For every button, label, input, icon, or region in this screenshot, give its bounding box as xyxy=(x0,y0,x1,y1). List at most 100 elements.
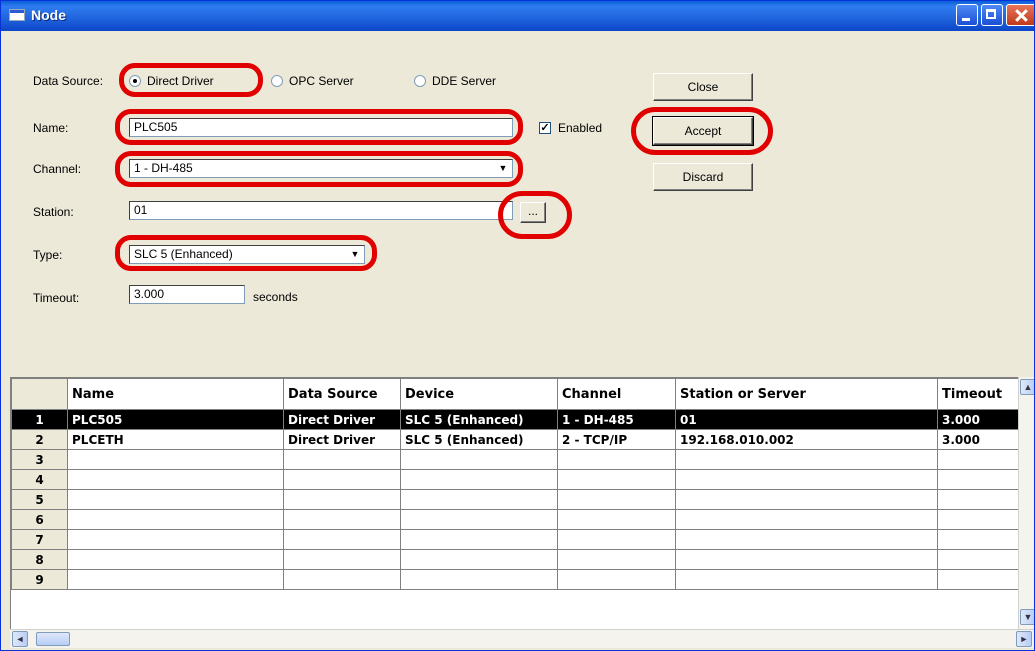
table-cell[interactable] xyxy=(67,529,284,550)
table-row[interactable]: 5 xyxy=(11,489,1026,510)
table-row[interactable]: 1 PLC505 Direct Driver SLC 5 (Enhanced) 1 - … xyxy=(11,409,1026,430)
table-cell[interactable] xyxy=(283,509,401,530)
table-cell[interactable] xyxy=(67,509,284,530)
table-cell[interactable]: Direct Driver xyxy=(283,429,401,450)
table-cell[interactable] xyxy=(675,509,938,530)
table-cell[interactable] xyxy=(557,549,676,570)
table-cell[interactable]: 192.168.010.002 xyxy=(675,429,938,450)
table-cell[interactable] xyxy=(557,529,676,550)
row-number[interactable]: 9 xyxy=(11,569,68,590)
table-cell[interactable] xyxy=(557,489,676,510)
table-cell[interactable] xyxy=(675,529,938,550)
minimize-button[interactable] xyxy=(956,4,978,26)
table-cell[interactable] xyxy=(400,509,558,530)
table-row[interactable]: 6 xyxy=(11,509,1026,530)
row-number[interactable]: 2 xyxy=(11,429,68,450)
table-cell[interactable] xyxy=(675,489,938,510)
nodes-grid[interactable]: Name Data Source Device Channel Station … xyxy=(10,377,1034,630)
column-header[interactable]: Name xyxy=(67,378,284,410)
station-field[interactable]: 01 xyxy=(129,201,513,220)
table-cell[interactable] xyxy=(400,469,558,490)
scroll-down-icon[interactable]: ▼ xyxy=(1020,609,1034,625)
row-number[interactable]: 3 xyxy=(11,449,68,470)
table-row[interactable]: 4 xyxy=(11,469,1026,490)
chevron-down-icon[interactable]: ▼ xyxy=(348,247,362,262)
table-cell[interactable] xyxy=(557,569,676,590)
discard-button[interactable]: Discard xyxy=(653,163,753,191)
table-cell[interactable] xyxy=(67,469,284,490)
column-header[interactable]: Timeout xyxy=(937,378,1026,410)
table-cell[interactable] xyxy=(67,569,284,590)
vertical-scrollbar[interactable]: ▲ ▼ xyxy=(1018,377,1034,629)
table-cell[interactable] xyxy=(937,569,1026,590)
table-cell[interactable]: 3.000 xyxy=(937,429,1026,450)
close-button[interactable]: Close xyxy=(653,73,753,101)
table-cell[interactable] xyxy=(937,549,1026,570)
close-window-button[interactable] xyxy=(1006,4,1034,26)
scroll-right-icon[interactable]: ► xyxy=(1016,631,1032,647)
table-cell[interactable] xyxy=(557,449,676,470)
accept-button[interactable]: Accept xyxy=(652,116,754,146)
table-cell[interactable]: SLC 5 (Enhanced) xyxy=(400,409,558,430)
column-header[interactable]: Channel xyxy=(557,378,676,410)
table-cell[interactable] xyxy=(937,449,1026,470)
table-cell[interactable] xyxy=(67,489,284,510)
table-row[interactable]: 2 PLCETH Direct Driver SLC 5 (Enhanced) 2 - … xyxy=(11,429,1026,450)
enabled-checkbox[interactable]: ✓ xyxy=(539,122,551,134)
horizontal-scroll-thumb[interactable] xyxy=(36,632,70,646)
table-cell[interactable]: 1 - DH-485 xyxy=(557,409,676,430)
table-cell[interactable] xyxy=(937,489,1026,510)
channel-select[interactable]: 1 - DH-485 ▼ xyxy=(129,159,513,178)
chevron-down-icon[interactable]: ▼ xyxy=(496,161,510,176)
maximize-button[interactable] xyxy=(981,4,1003,26)
row-number[interactable]: 1 xyxy=(11,409,68,430)
row-number[interactable]: 8 xyxy=(11,549,68,570)
dde-server-radio[interactable] xyxy=(414,75,426,87)
table-cell[interactable]: PLCETH xyxy=(67,429,284,450)
row-number[interactable]: 7 xyxy=(11,529,68,550)
table-cell[interactable]: SLC 5 (Enhanced) xyxy=(400,429,558,450)
table-cell[interactable] xyxy=(283,569,401,590)
title-bar[interactable]: Node xyxy=(1,1,1034,31)
table-cell[interactable] xyxy=(937,509,1026,530)
table-cell[interactable] xyxy=(400,529,558,550)
name-field[interactable]: PLC505 xyxy=(129,118,513,137)
table-row[interactable]: 7 xyxy=(11,529,1026,550)
table-cell[interactable] xyxy=(557,469,676,490)
table-cell[interactable] xyxy=(400,489,558,510)
table-cell[interactable]: 3.000 xyxy=(937,409,1026,430)
table-cell[interactable]: 01 xyxy=(675,409,938,430)
type-select[interactable]: SLC 5 (Enhanced) ▼ xyxy=(129,245,365,264)
table-row[interactable]: 3 xyxy=(11,449,1026,470)
row-number[interactable]: 4 xyxy=(11,469,68,490)
column-header[interactable]: Device xyxy=(400,378,558,410)
table-cell[interactable] xyxy=(400,569,558,590)
opc-server-radio[interactable] xyxy=(271,75,283,87)
direct-driver-radio[interactable] xyxy=(129,75,141,87)
table-cell[interactable] xyxy=(400,549,558,570)
scroll-up-icon[interactable]: ▲ xyxy=(1020,379,1034,395)
table-cell[interactable]: Direct Driver xyxy=(283,409,401,430)
table-cell[interactable] xyxy=(283,469,401,490)
table-cell[interactable] xyxy=(937,529,1026,550)
table-cell[interactable]: PLC505 xyxy=(67,409,284,430)
browse-button[interactable]: ... xyxy=(520,202,546,223)
table-row[interactable]: 9 xyxy=(11,569,1026,590)
table-cell[interactable] xyxy=(937,469,1026,490)
table-row[interactable]: 8 xyxy=(11,549,1026,570)
table-cell[interactable] xyxy=(675,569,938,590)
table-cell[interactable] xyxy=(283,489,401,510)
table-cell[interactable] xyxy=(283,449,401,470)
horizontal-scrollbar[interactable]: ◄ ► xyxy=(10,629,1034,648)
corner-header[interactable] xyxy=(11,378,68,410)
table-cell[interactable] xyxy=(67,449,284,470)
dde-server-label[interactable]: DDE Server xyxy=(432,74,496,88)
opc-server-label[interactable]: OPC Server xyxy=(289,74,354,88)
column-header[interactable]: Data Source xyxy=(283,378,401,410)
table-cell[interactable] xyxy=(400,449,558,470)
table-cell[interactable] xyxy=(675,549,938,570)
column-header[interactable]: Station or Server xyxy=(675,378,938,410)
table-cell[interactable] xyxy=(675,449,938,470)
table-cell[interactable] xyxy=(67,549,284,570)
row-number[interactable]: 6 xyxy=(11,509,68,530)
